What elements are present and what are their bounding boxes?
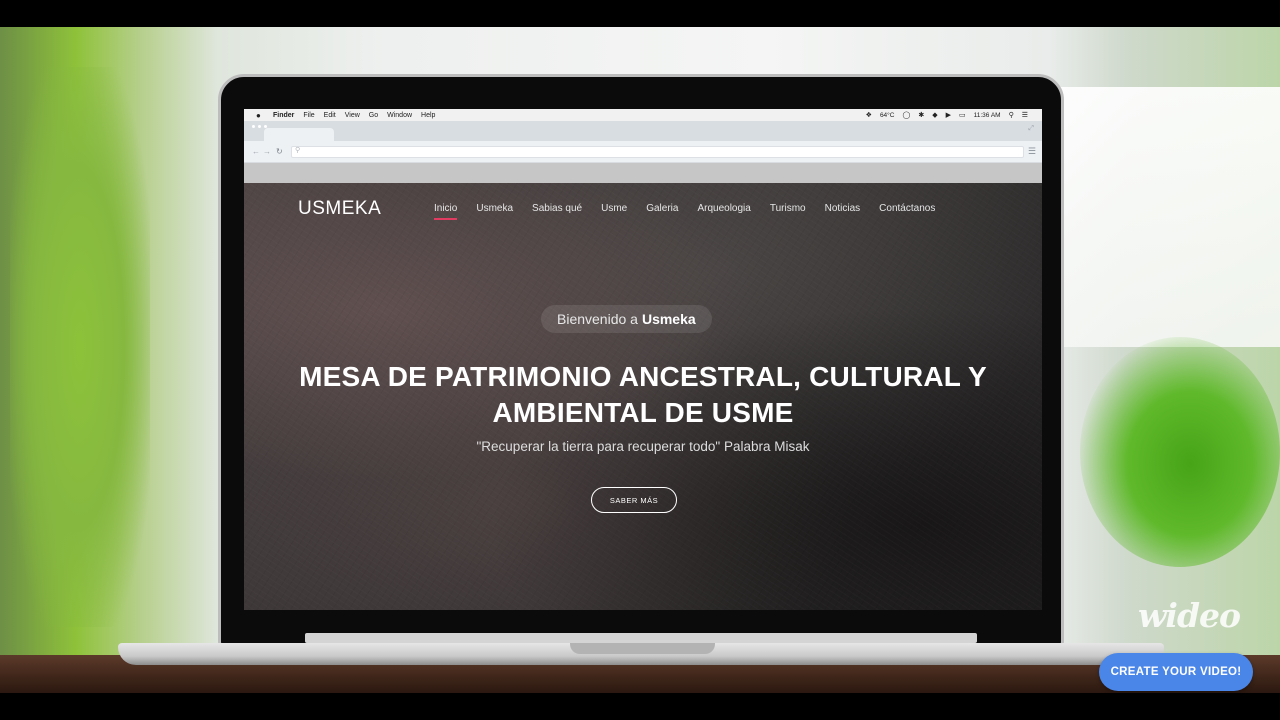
nav-turismo[interactable]: Turismo xyxy=(770,203,806,214)
laptop-screen: ● Finder File Edit View Go Window Help ❖… xyxy=(244,109,1042,610)
close-dot-icon[interactable] xyxy=(252,125,255,128)
temperature-readout: 64°C xyxy=(879,111,895,119)
forward-icon[interactable]: → xyxy=(263,147,271,156)
site-nav: Inicio Usmeka Sabias qué Usme Galeria Ar… xyxy=(434,203,954,220)
nav-galeria[interactable]: Galeria xyxy=(646,203,678,214)
site-logo[interactable]: USMEKA xyxy=(298,198,381,220)
apple-logo-icon[interactable]: ● xyxy=(256,111,265,120)
dropbox-icon[interactable]: ❖ xyxy=(866,111,872,119)
address-bar[interactable] xyxy=(291,146,1024,158)
headline-line-1: MESA DE PATRIMONIO ANCESTRAL, CULTURAL Y xyxy=(299,361,987,392)
notification-center-icon[interactable]: ☰ xyxy=(1022,111,1028,119)
menubar-status: ❖ 64°C ◯ ✱ ◆ ▶ ▭ 11:36 AM ⚲ ☰ xyxy=(866,109,1028,121)
welcome-prefix: Bienvenido a xyxy=(557,311,638,327)
background-plant-left xyxy=(10,67,150,627)
letterbox-bottom xyxy=(0,693,1280,720)
create-your-video-button[interactable]: CREATE YOUR VIDEO! xyxy=(1099,653,1253,691)
hero-headline: MESA DE PATRIMONIO ANCESTRAL, CULTURAL Y… xyxy=(264,359,1022,431)
background-plant-right xyxy=(1080,337,1280,567)
nav-arqueologia[interactable]: Arqueologia xyxy=(697,203,750,214)
menubar-time[interactable]: 11:36 AM xyxy=(974,112,1001,119)
saber-mas-button[interactable]: SABER MÁS xyxy=(591,487,677,513)
laptop-notch xyxy=(570,643,715,654)
spotlight-search-icon[interactable]: ⚲ xyxy=(1009,111,1014,119)
nav-sabias-que[interactable]: Sabias qué xyxy=(532,203,582,214)
menu-finder[interactable]: Finder xyxy=(273,112,294,119)
nav-inicio[interactable]: Inicio xyxy=(434,203,458,220)
welcome-pill: Bienvenido a Usmeka xyxy=(541,305,712,333)
headline-line-2: AMBIENTAL DE USME xyxy=(492,397,794,428)
nav-noticias[interactable]: Noticias xyxy=(825,203,861,214)
nav-contactanos[interactable]: Contáctanos xyxy=(879,203,935,214)
back-icon[interactable]: ← xyxy=(252,147,260,156)
wideo-watermark: wideo xyxy=(1138,596,1241,635)
minimize-dot-icon[interactable] xyxy=(258,125,261,128)
menu-window[interactable]: Window xyxy=(387,112,412,119)
welcome-brand: Usmeka xyxy=(641,311,696,327)
background-window xyxy=(1060,87,1280,347)
menu-view[interactable]: View xyxy=(345,112,360,119)
wifi-icon[interactable]: ◆ xyxy=(932,111,937,119)
browser-tab[interactable] xyxy=(264,128,334,141)
nav-usme[interactable]: Usme xyxy=(601,203,627,214)
laptop-hinge xyxy=(305,633,977,643)
clock-icon[interactable]: ◯ xyxy=(902,111,910,119)
volume-icon[interactable]: ▶ xyxy=(946,111,951,119)
letterbox-top xyxy=(0,0,1280,27)
mac-menubar: ● Finder File Edit View Go Window Help ❖… xyxy=(244,109,1042,121)
search-icon: ⚲ xyxy=(295,147,301,154)
nav-usmeka[interactable]: Usmeka xyxy=(476,203,513,214)
menu-icon[interactable]: ☰ xyxy=(1028,146,1036,157)
hero-quote: "Recuperar la tierra para recuperar todo… xyxy=(476,439,810,454)
expand-icon[interactable]: ⤢ xyxy=(1028,125,1034,133)
menu-go[interactable]: Go xyxy=(369,112,378,119)
bluetooth-icon[interactable]: ✱ xyxy=(918,111,924,119)
battery-icon[interactable]: ▭ xyxy=(959,111,966,119)
menu-file[interactable]: File xyxy=(303,112,314,119)
website-hero: USMEKA Inicio Usmeka Sabias qué Usme Gal… xyxy=(244,183,1042,610)
browser-tab-bar xyxy=(244,121,1042,141)
browser-content-top-strip xyxy=(244,163,1042,183)
window-controls[interactable] xyxy=(252,125,267,128)
menu-edit[interactable]: Edit xyxy=(324,112,336,119)
menu-help[interactable]: Help xyxy=(421,112,435,119)
reload-icon[interactable]: ↻ xyxy=(276,147,283,156)
